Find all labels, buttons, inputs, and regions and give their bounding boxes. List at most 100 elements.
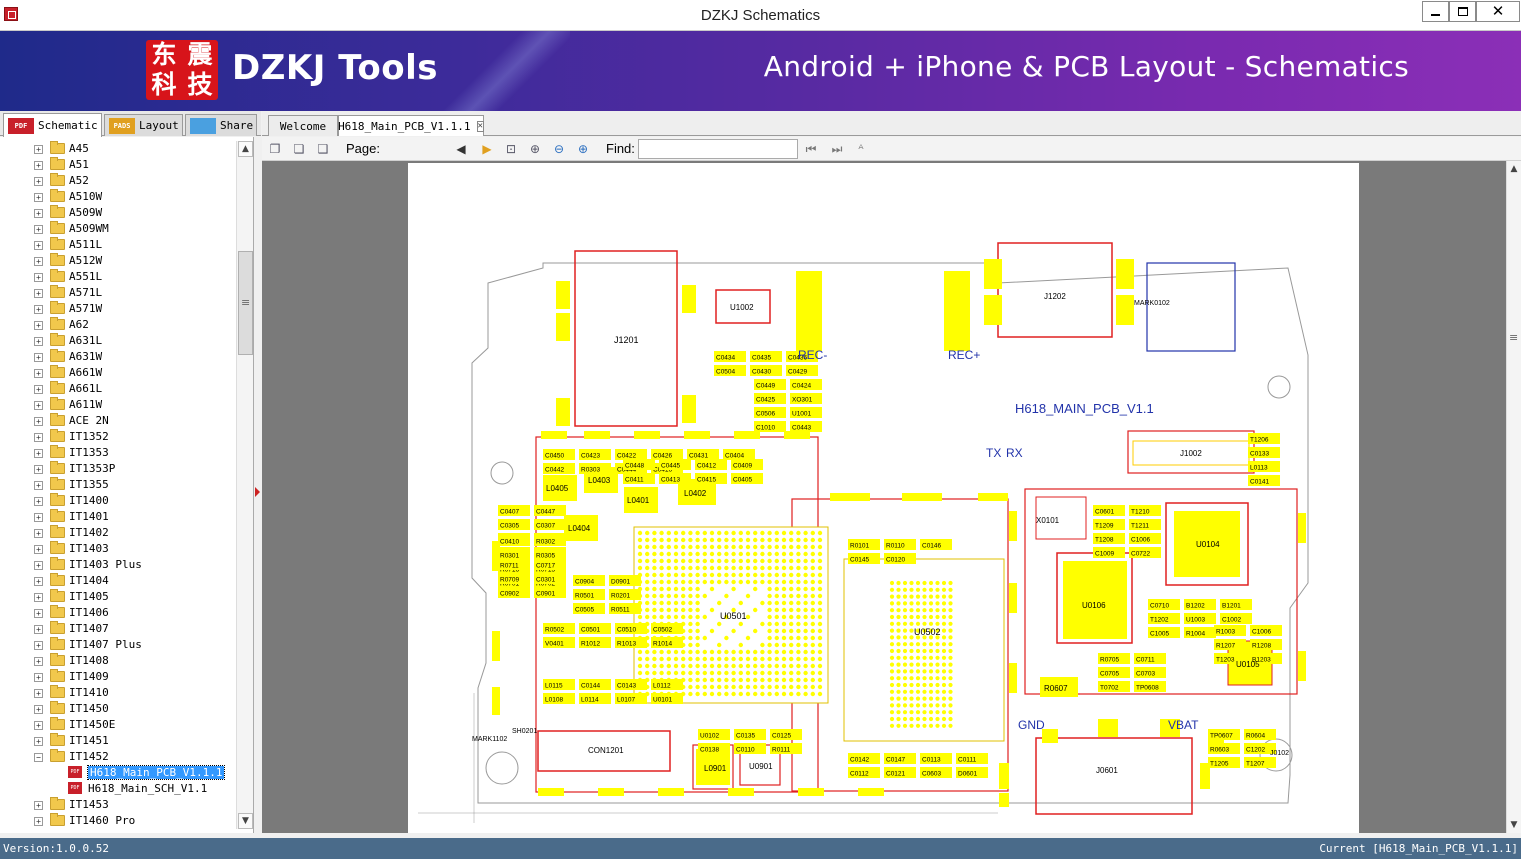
paste-icon[interactable]: ❑	[314, 140, 332, 158]
tree-folder[interactable]: + IT1410	[0, 685, 236, 701]
tree-folder[interactable]: + IT1409	[0, 669, 236, 685]
expand-icon[interactable]: +	[34, 721, 43, 730]
collapse-arrow-icon[interactable]	[255, 487, 260, 497]
tree-file[interactable]: PDF H618_Main_SCH_V1.1	[0, 781, 236, 797]
expand-icon[interactable]: +	[34, 337, 43, 346]
tree-folder[interactable]: + A551L	[0, 269, 236, 285]
tree-folder[interactable]: + IT1407 Plus	[0, 637, 236, 653]
tab-close-icon[interactable]: ✕	[476, 120, 484, 132]
expand-icon[interactable]: +	[34, 545, 43, 554]
tree-folder[interactable]: + IT1450E	[0, 717, 236, 733]
prev-page-icon[interactable]: ◀	[452, 140, 470, 158]
expand-icon[interactable]: +	[34, 625, 43, 634]
tree-folder[interactable]: − IT1452	[0, 749, 236, 765]
scroll-down-icon[interactable]: ▼	[238, 813, 253, 829]
expand-icon[interactable]: +	[34, 673, 43, 682]
close-button[interactable]: ✕	[1476, 1, 1520, 22]
copy-icon[interactable]: ❐	[266, 140, 284, 158]
expand-icon[interactable]: +	[34, 641, 43, 650]
tree-folder[interactable]: + IT1403	[0, 541, 236, 557]
expand-icon[interactable]: +	[34, 289, 43, 298]
tree-folder[interactable]: + IT1403 Plus	[0, 557, 236, 573]
tree-folder[interactable]: + IT1401	[0, 509, 236, 525]
tree-folder[interactable]: + A51	[0, 157, 236, 173]
tree-folder[interactable]: + IT1451	[0, 733, 236, 749]
zoom-in-icon[interactable]: ⊕	[574, 140, 592, 158]
tree-folder[interactable]: + IT1406	[0, 605, 236, 621]
tree-folder[interactable]: + IT1407	[0, 621, 236, 637]
expand-icon[interactable]: +	[34, 385, 43, 394]
expand-icon[interactable]: +	[34, 657, 43, 666]
tree-folder[interactable]: + IT1353P	[0, 461, 236, 477]
tree-folder[interactable]: + A661L	[0, 381, 236, 397]
scroll-down-icon[interactable]: ▼	[1507, 817, 1521, 833]
find-input[interactable]	[638, 139, 798, 159]
tree-folder[interactable]: + IT1408	[0, 653, 236, 669]
expand-icon[interactable]: +	[34, 177, 43, 186]
expand-icon[interactable]: +	[34, 321, 43, 330]
tree-folder[interactable]: + IT1400	[0, 493, 236, 509]
expand-icon[interactable]: +	[34, 241, 43, 250]
scroll-up-icon[interactable]: ▲	[1507, 161, 1521, 177]
tree-file[interactable]: PDF H618_Main_PCB_V1.1.1	[0, 765, 236, 781]
expand-icon[interactable]: +	[34, 273, 43, 282]
tab-schematic[interactable]: PDF Schematic	[3, 113, 102, 137]
expand-icon[interactable]: +	[34, 465, 43, 474]
scroll-grip-icon[interactable]: ≡	[1509, 331, 1518, 344]
minimize-button[interactable]	[1422, 1, 1449, 22]
tab-h618-main-pcb[interactable]: H618_Main_PCB_V1.1.1 ✕	[338, 115, 484, 136]
tree-scrollbar[interactable]: ▲ ▼	[236, 141, 253, 829]
expand-icon[interactable]: +	[34, 737, 43, 746]
expand-icon[interactable]: +	[34, 609, 43, 618]
expand-icon[interactable]: +	[34, 817, 43, 826]
expand-icon[interactable]: +	[34, 481, 43, 490]
expand-icon[interactable]: +	[34, 689, 43, 698]
expand-icon[interactable]: +	[34, 305, 43, 314]
tree-folder[interactable]: + IT1355	[0, 477, 236, 493]
expand-icon[interactable]: +	[34, 225, 43, 234]
tree-folder[interactable]: + A509W	[0, 205, 236, 221]
tree-folder[interactable]: + A661W	[0, 365, 236, 381]
expand-icon[interactable]: +	[34, 145, 43, 154]
tab-welcome[interactable]: Welcome	[268, 115, 338, 136]
fit-page-icon[interactable]: ⊕	[526, 140, 544, 158]
tree-folder[interactable]: + A631W	[0, 349, 236, 365]
tree-folder[interactable]: + A45	[0, 141, 236, 157]
scroll-up-icon[interactable]: ▲	[238, 141, 253, 157]
tree-folder[interactable]: + IT1453	[0, 797, 236, 813]
expand-icon[interactable]: +	[34, 529, 43, 538]
tab-share[interactable]: Share	[185, 114, 257, 136]
expand-icon[interactable]: +	[34, 401, 43, 410]
expand-icon[interactable]: +	[34, 577, 43, 586]
copy-page-icon[interactable]: ❏	[290, 140, 308, 158]
pcb-page[interactable]: C0450 C0423 C0422 C0426 C0431 C0404 C0442 R0303…	[408, 163, 1359, 833]
expand-icon[interactable]: +	[34, 257, 43, 266]
expand-icon[interactable]: +	[34, 593, 43, 602]
tree-folder[interactable]: + A631L	[0, 333, 236, 349]
expand-icon[interactable]: +	[34, 449, 43, 458]
tree-folder[interactable]: + A509WM	[0, 221, 236, 237]
next-page-icon[interactable]: ▶	[478, 140, 496, 158]
find-options-icon[interactable]: ᴬ	[852, 140, 870, 158]
tree-folder[interactable]: + IT1353	[0, 445, 236, 461]
find-next-icon[interactable]: ⏭	[828, 140, 846, 158]
tree-folder[interactable]: + IT1405	[0, 589, 236, 605]
tree-scroll-thumb[interactable]	[238, 251, 253, 355]
tree-folder[interactable]: + IT1404	[0, 573, 236, 589]
tree-folder[interactable]: + A611W	[0, 397, 236, 413]
expand-icon[interactable]: +	[34, 209, 43, 218]
expand-icon[interactable]: +	[34, 433, 43, 442]
tree-folder[interactable]: + A510W	[0, 189, 236, 205]
tree-folder[interactable]: + A62	[0, 317, 236, 333]
fit-width-icon[interactable]: ⊡	[502, 140, 520, 158]
tree-folder[interactable]: + A511L	[0, 237, 236, 253]
expand-icon[interactable]: +	[34, 513, 43, 522]
expand-icon[interactable]: +	[34, 417, 43, 426]
expand-icon[interactable]: +	[34, 705, 43, 714]
expand-icon[interactable]: +	[34, 369, 43, 378]
tree-folder[interactable]: + ACE 2N	[0, 413, 236, 429]
panel-splitter[interactable]	[254, 137, 262, 833]
tree-folder[interactable]: + A52	[0, 173, 236, 189]
expand-icon[interactable]: +	[34, 497, 43, 506]
tree-folder[interactable]: + IT1402	[0, 525, 236, 541]
